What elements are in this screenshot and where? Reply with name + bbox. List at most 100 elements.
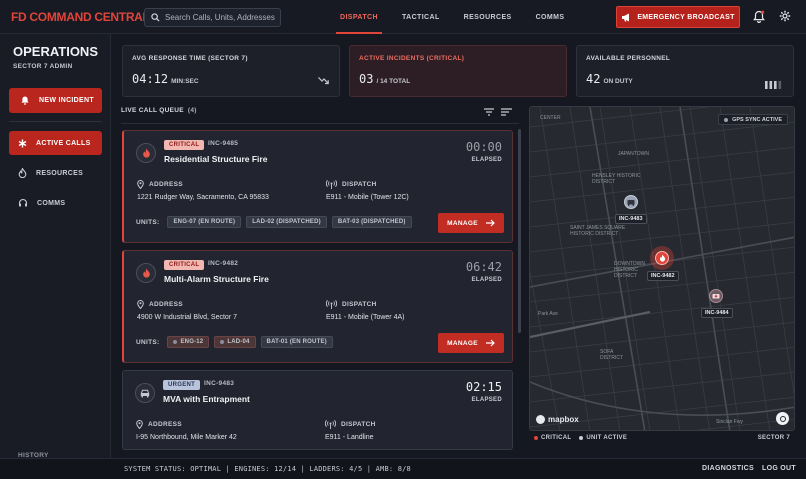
new-incident-button[interactable]: NEW INCIDENT	[9, 88, 102, 113]
tab-resources[interactable]: RESOURCES	[452, 0, 524, 34]
bell-alert-icon	[21, 96, 29, 105]
address-label: ADDRESS	[136, 420, 182, 429]
sidebar-item-label: COMMS	[37, 199, 66, 207]
unit-marker[interactable]	[624, 195, 638, 209]
map-street-label: SAINT JAMES SQUARE HISTORIC DISTRICT	[570, 225, 626, 237]
tab-dispatch[interactable]: DISPATCH	[328, 0, 390, 34]
incident-dispatch: E911 - Mobile (Tower 4A)	[326, 314, 405, 321]
incident-card-3[interactable]: URGENT INC-9483 MVA with Entrapment 02:1…	[122, 370, 513, 450]
status-bar: SYSTEM STATUS: OPTIMAL | ENGINES: 12/14 …	[0, 458, 806, 479]
gps-status-badge: GPS SYNC ACTIVE	[718, 114, 788, 125]
unit-chip[interactable]: BAT-03 (DISPATCHED)	[331, 216, 412, 228]
incident-address: I-95 Northbound, Mile Marker 42	[136, 434, 237, 441]
legend-unit-active: UNIT ACTIVE	[586, 435, 628, 441]
system-status: SYSTEM STATUS: OPTIMAL | ENGINES: 12/14 …	[124, 465, 411, 473]
gear-icon[interactable]	[779, 10, 791, 22]
unit-chip[interactable]: ENG-07 (EN ROUTE)	[167, 216, 242, 228]
logout-link[interactable]: LOG OUT	[762, 465, 796, 472]
elapsed-label: ELAPSED	[471, 397, 502, 403]
elapsed-label: ELAPSED	[471, 277, 502, 283]
priority-badge: CRITICAL	[164, 260, 205, 270]
dispatch-label: DISPATCH	[325, 420, 376, 429]
map-info-button[interactable]	[776, 412, 789, 425]
incident-card-2[interactable]: CRITICAL INC-9482 Multi-Alarm Structure …	[122, 250, 513, 363]
app-root: FD COMMAND CENTRAL DISPATCH TACTICAL RES…	[0, 0, 806, 479]
manage-label: MANAGE	[447, 219, 478, 227]
sidebar-item-active-calls[interactable]: ACTIVE CALLS	[9, 131, 102, 155]
stat-number: 03	[359, 72, 374, 86]
mapbox-logo-text: mapbox	[548, 415, 579, 424]
address-label-text: ADDRESS	[148, 421, 182, 428]
sidebar-divider	[9, 121, 102, 122]
sidebar-item-resources[interactable]: RESOURCES	[9, 161, 102, 185]
queue-scrollbar[interactable]	[518, 129, 521, 333]
unit-status-dot	[220, 340, 225, 344]
dispatch-label-text: DISPATCH	[342, 181, 377, 188]
car-icon	[140, 389, 150, 397]
units-row: UNITS: ENG-12 LAD-04 BAT-01 (EN ROUTE)	[136, 336, 338, 348]
incident-marker-core	[655, 251, 669, 265]
map-street-label: Sinclair Fwy	[716, 419, 743, 425]
bell-icon[interactable]	[753, 10, 765, 23]
diagnostics-link[interactable]: DIAGNOSTICS	[702, 465, 754, 472]
address-label-text: ADDRESS	[149, 301, 183, 308]
incident-marker[interactable]	[650, 246, 674, 270]
incident-card-1[interactable]: CRITICAL INC-9485 Residential Structure …	[122, 130, 513, 243]
map-legend: CRITICAL UNIT ACTIVE SECTOR 7	[529, 431, 795, 445]
address-label-text: ADDRESS	[149, 181, 183, 188]
unit-chip[interactable]: BAT-01 (EN ROUTE)	[260, 336, 333, 348]
map-street-label: HENSLEY HISTORIC DISTRICT	[592, 173, 641, 185]
map-street-label: SOFA DISTRICT	[600, 349, 624, 361]
fire-icon	[142, 148, 150, 158]
unit-marker[interactable]	[709, 289, 723, 303]
sidebar-title: OPERATIONS	[13, 44, 98, 59]
dispatch-label-text: DISPATCH	[342, 301, 377, 308]
incident-id: INC-9485	[208, 140, 239, 147]
map-street-label: CENTER	[540, 115, 561, 121]
stat-label: ACTIVE INCIDENTS (CRITICAL)	[359, 55, 465, 62]
search-box[interactable]	[144, 8, 281, 27]
incident-map[interactable]: CENTER JAPANTOWN HENSLEY HISTORIC DISTRI…	[529, 106, 795, 431]
fire-icon	[659, 254, 665, 262]
top-bar: FD COMMAND CENTRAL DISPATCH TACTICAL RES…	[0, 0, 806, 34]
sidebar-item-comms[interactable]: COMMS	[9, 191, 102, 215]
map-attribution: mapbox	[536, 415, 579, 424]
emergency-broadcast-button[interactable]: EMERGENCY BROADCAST	[616, 6, 740, 28]
map-marker-label[interactable]: INC-9482	[647, 271, 679, 281]
incident-id: INC-9482	[208, 260, 239, 267]
asterisk-icon	[18, 138, 27, 148]
unit-chip[interactable]: LAD-04	[214, 336, 256, 348]
incident-id: INC-9483	[204, 380, 235, 387]
elapsed-label: ELAPSED	[471, 157, 502, 163]
sidebar-subtitle: SECTOR 7 ADMIN	[13, 63, 73, 70]
priority-badge: URGENT	[163, 380, 201, 390]
unit-chip[interactable]: ENG-12	[167, 336, 210, 348]
filter-icon[interactable]	[484, 108, 494, 116]
map-marker-label[interactable]: INC-9484	[701, 308, 733, 318]
sidebar-item-label: ACTIVE CALLS	[36, 139, 91, 147]
unit-chip[interactable]: LAD-02 (DISPATCHED)	[246, 216, 327, 228]
stat-value: 03/ 14 TOTAL	[359, 72, 410, 86]
main-nav: DISPATCH TACTICAL RESOURCES COMMS	[328, 0, 576, 34]
incident-title: Multi-Alarm Structure Fire	[164, 274, 269, 284]
manage-label: MANAGE	[447, 339, 478, 347]
new-incident-label: NEW INCIDENT	[39, 97, 94, 104]
incident-title: MVA with Entrapment	[163, 394, 250, 404]
app-logo[interactable]: FD COMMAND CENTRAL	[11, 10, 150, 24]
tab-tactical[interactable]: TACTICAL	[390, 0, 452, 34]
gps-status-label: GPS SYNC ACTIVE	[732, 116, 782, 123]
tab-comms[interactable]: COMMS	[524, 0, 577, 34]
search-input[interactable]	[165, 13, 275, 22]
manage-button[interactable]: MANAGE	[438, 213, 504, 233]
units-label: UNITS:	[136, 338, 160, 346]
location-pin-icon	[136, 420, 143, 429]
incident-timer: 06:42	[465, 260, 502, 274]
fire-icon	[142, 268, 150, 278]
manage-button[interactable]: MANAGE	[438, 333, 504, 353]
address-label: ADDRESS	[137, 180, 183, 189]
mapbox-logo-icon	[536, 415, 545, 424]
sidebar: OPERATIONS SECTOR 7 ADMIN NEW INCIDENT A…	[0, 34, 111, 459]
map-marker-label[interactable]: INC-9483	[615, 214, 647, 224]
sort-icon[interactable]	[501, 108, 512, 116]
incident-title: Residential Structure Fire	[164, 154, 268, 164]
